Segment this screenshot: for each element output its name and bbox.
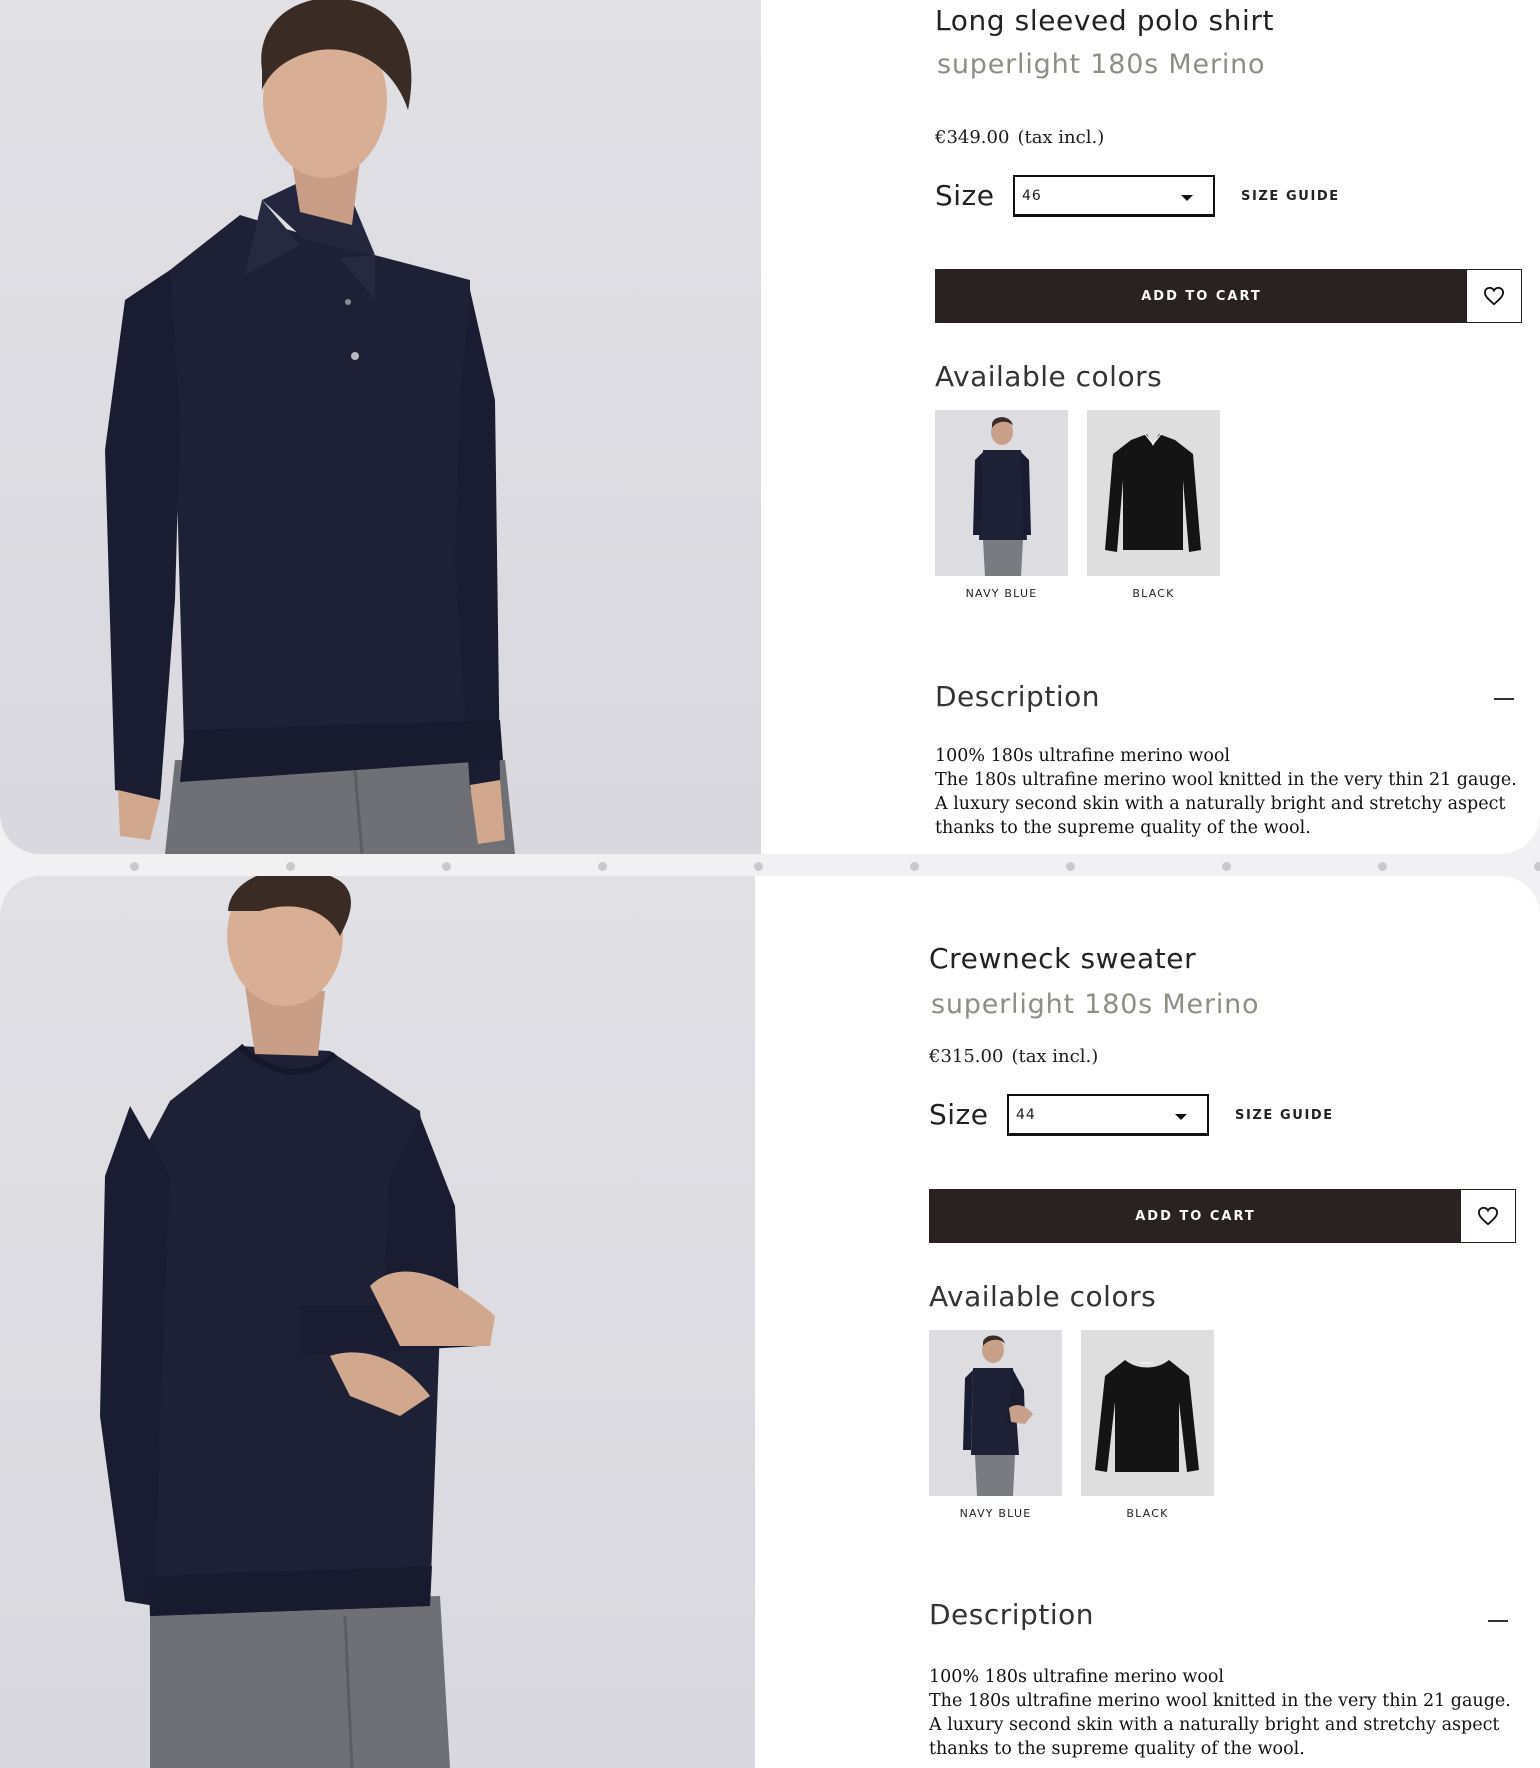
description-line-1: 100% 180s ultrafine merino wool: [935, 746, 1231, 766]
add-to-cart-button[interactable]: ADD TO CART: [935, 269, 1468, 323]
available-colors-title: Available colors: [929, 1280, 1157, 1313]
swatch-label: NAVY BLUE: [965, 587, 1038, 600]
product-title: Crewneck sweater: [929, 942, 1197, 975]
description-body: The 180s ultrafine merino wool knitted i…: [929, 1691, 1511, 1759]
heart-icon: [1483, 286, 1505, 306]
available-colors-title: Available colors: [935, 360, 1163, 393]
color-swatch-black[interactable]: BLACK: [1087, 410, 1220, 600]
add-to-cart-button[interactable]: ADD TO CART: [929, 1189, 1462, 1243]
wishlist-button[interactable]: [1460, 1189, 1516, 1243]
product-photo: [0, 0, 761, 854]
gallery-dots: [0, 862, 1540, 871]
product-title: Long sleeved polo shirt: [935, 4, 1275, 37]
size-value: 44: [1016, 1107, 1036, 1123]
dot: [754, 862, 763, 871]
swatch-image: [1081, 1330, 1214, 1496]
product-subtitle: superlight 180s Merino: [937, 49, 1266, 80]
product-card-polo: Long sleeved polo shirt superlight 180s …: [0, 0, 1540, 854]
swatch-image: [1087, 410, 1220, 576]
product-card-crewneck: Crewneck sweater superlight 180s Merino …: [0, 876, 1540, 1768]
dot: [442, 862, 451, 871]
price: €349.00 (tax incl.): [935, 127, 1112, 148]
size-value: 46: [1022, 188, 1042, 204]
navy-model-thumbnail: [963, 1335, 1033, 1496]
color-swatch-black[interactable]: BLACK: [1081, 1330, 1214, 1520]
price-value: €349.00: [935, 127, 1010, 148]
heart-icon: [1477, 1206, 1499, 1226]
black-polo-thumbnail: [1105, 433, 1201, 552]
black-crewneck-thumbnail: [1095, 1360, 1199, 1472]
description-text: 100% 180s ultrafine merino wool The 180s…: [935, 744, 1525, 840]
model-photo-illustration: [100, 876, 495, 1768]
swatch-label: NAVY BLUE: [959, 1507, 1032, 1520]
size-guide-link[interactable]: SIZE GUIDE: [1241, 189, 1340, 204]
swatch-image: [935, 410, 1068, 576]
dot: [286, 862, 295, 871]
cart-row: ADD TO CART: [929, 1189, 1516, 1243]
minus-icon[interactable]: [1488, 1620, 1508, 1622]
size-guide-link[interactable]: SIZE GUIDE: [1235, 1108, 1334, 1123]
tax-note: (tax incl.): [1011, 1046, 1099, 1067]
description-title: Description: [935, 680, 1100, 713]
color-swatch-navy[interactable]: NAVY BLUE: [929, 1330, 1062, 1520]
wishlist-button[interactable]: [1466, 269, 1522, 323]
dot: [598, 862, 607, 871]
price-value: €315.00: [929, 1046, 1004, 1067]
size-label: Size: [935, 179, 995, 212]
navy-model-thumbnail: [973, 417, 1031, 576]
cart-row: ADD TO CART: [935, 269, 1522, 323]
description-title: Description: [929, 1598, 1094, 1631]
dot: [1534, 862, 1540, 871]
size-label: Size: [929, 1098, 989, 1131]
product-photo: [0, 876, 755, 1768]
description-body: The 180s ultrafine merino wool knitted i…: [935, 770, 1517, 838]
description-text: 100% 180s ultrafine merino wool The 180s…: [929, 1665, 1519, 1761]
minus-icon[interactable]: [1494, 698, 1514, 700]
model-photo-illustration: [105, 0, 515, 854]
caret-down-icon: [1181, 195, 1193, 201]
product-subtitle: superlight 180s Merino: [931, 989, 1260, 1020]
size-select[interactable]: 46: [1013, 175, 1215, 217]
color-swatch-navy[interactable]: NAVY BLUE: [935, 410, 1068, 600]
tax-note: (tax incl.): [1017, 127, 1105, 148]
dot: [130, 862, 139, 871]
swatch-image: [929, 1330, 1062, 1496]
size-select[interactable]: 44: [1007, 1094, 1209, 1136]
dot: [1066, 862, 1075, 871]
swatch-label: BLACK: [1126, 1507, 1169, 1520]
dot: [1378, 862, 1387, 871]
dot: [910, 862, 919, 871]
description-line-1: 100% 180s ultrafine merino wool: [929, 1667, 1225, 1687]
dot: [1222, 862, 1231, 871]
swatch-label: BLACK: [1132, 587, 1175, 600]
price: €315.00 (tax incl.): [929, 1046, 1106, 1067]
caret-down-icon: [1175, 1114, 1187, 1120]
